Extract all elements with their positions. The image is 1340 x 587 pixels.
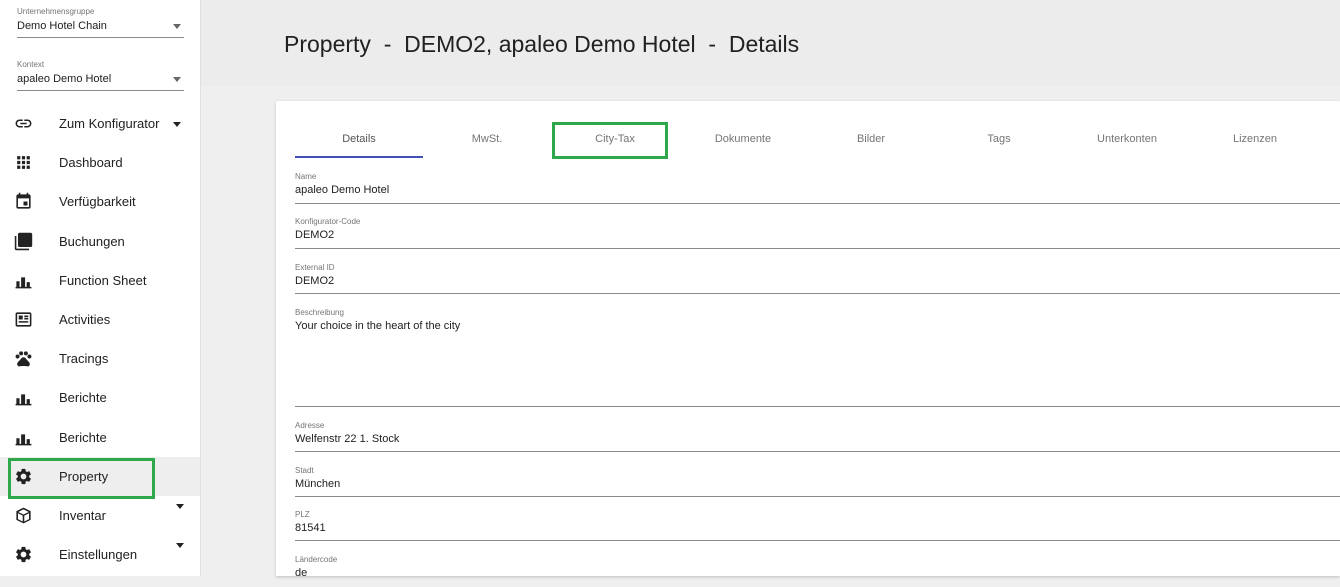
- address-field[interactable]: Adresse Welfenstr 22 1. Stock: [295, 421, 1340, 452]
- sidebar-item-zum-konfigurator[interactable]: Zum Konfigurator: [0, 104, 200, 143]
- caret-down-icon: [176, 543, 184, 549]
- sidebar-item-property[interactable]: Property: [0, 456, 200, 496]
- code-field[interactable]: Konfigurator-Code DEMO2: [295, 217, 1340, 249]
- sidebar-item-function-sheet[interactable]: Function Sheet: [0, 261, 200, 300]
- sidebar-item-label: Berichte: [59, 429, 107, 445]
- zip-value: 81541: [295, 522, 326, 534]
- apps-grid-icon: [17, 156, 30, 170]
- sidebar-item-berichte-2[interactable]: Berichte: [0, 418, 200, 457]
- sidebar-item-einstellungen[interactable]: Einstellungen: [0, 535, 200, 574]
- caret-down-icon: [176, 503, 184, 509]
- context-label: Kontext: [17, 60, 45, 69]
- sidebar-item-label: Inventar: [59, 507, 106, 523]
- external-id-value: DEMO2: [295, 275, 335, 287]
- description-value: Your choice in the heart of the city: [295, 320, 461, 332]
- stack-icon: [14, 232, 33, 250]
- caret-down-icon: [173, 122, 181, 127]
- zip-label: PLZ: [295, 510, 310, 519]
- tab-city-tax[interactable]: City-Tax: [551, 121, 679, 158]
- sidebar-item-label: Property: [59, 468, 109, 484]
- tab-bar: Details MwSt. City-Tax Dokumente Bilder …: [295, 121, 1340, 158]
- sidebar-item-buchungen[interactable]: Buchungen: [0, 222, 200, 261]
- city-value: München: [295, 478, 341, 490]
- company-group-select[interactable]: Unternehmensgruppe Demo Hotel Chain: [17, 7, 184, 38]
- tab-lizenzen[interactable]: Lizenzen: [1191, 121, 1319, 158]
- chevron-down-icon[interactable]: [173, 77, 181, 82]
- bar-chart-icon: [15, 277, 32, 289]
- link-icon: [15, 119, 32, 128]
- page-title: Property - DEMO2, apaleo Demo Hotel - De…: [284, 31, 800, 57]
- tab-mwst[interactable]: MwSt.: [423, 121, 551, 158]
- external-id-label: External ID: [295, 263, 335, 272]
- country-code-field[interactable]: Ländercode de: [295, 555, 1340, 587]
- tab-tags[interactable]: Tags: [935, 121, 1063, 158]
- sidebar-item-berichte[interactable]: Berichte: [0, 378, 200, 417]
- context-value-row[interactable]: apaleo Demo Hotel: [17, 71, 184, 91]
- sidebar: Unternehmensgruppe Demo Hotel Chain Kont…: [0, 0, 201, 576]
- sidebar-item-label: Function Sheet: [59, 272, 147, 288]
- tab-details[interactable]: Details: [295, 121, 423, 158]
- sidebar-item-label: Einstellungen: [59, 547, 138, 563]
- sidebar-item-inventar[interactable]: Inventar: [0, 496, 200, 535]
- name-value: apaleo Demo Hotel: [295, 184, 390, 196]
- gear-icon: [16, 468, 31, 484]
- company-group-value: Demo Hotel Chain: [17, 20, 107, 32]
- gear-icon: [16, 546, 31, 563]
- city-label: Stadt: [295, 466, 314, 475]
- sidebar-item-label: Dashboard: [59, 155, 123, 171]
- bar-chart-icon: [15, 433, 32, 445]
- cube-icon: [16, 507, 31, 524]
- tab-unterkonten[interactable]: Unterkonten: [1063, 121, 1191, 158]
- name-label: Name: [295, 172, 317, 181]
- company-group-label: Unternehmensgruppe: [17, 7, 95, 16]
- chevron-down-icon[interactable]: [173, 24, 181, 29]
- bar-chart-icon: [15, 394, 32, 406]
- context-value: apaleo Demo Hotel: [17, 73, 112, 85]
- sidebar-nav: Zum Konfigurator Dashboard Verfügbarkeit…: [0, 104, 200, 574]
- tab-dokumente[interactable]: Dokumente: [679, 121, 807, 158]
- tab-bilder[interactable]: Bilder: [807, 121, 935, 158]
- calendar-icon: [16, 193, 31, 209]
- sidebar-item-activities[interactable]: Activities: [0, 300, 200, 339]
- company-group-value-row[interactable]: Demo Hotel Chain: [17, 18, 184, 38]
- address-value: Welfenstr 22 1. Stock: [295, 433, 400, 445]
- zip-field[interactable]: PLZ 81541: [295, 510, 1340, 541]
- city-field[interactable]: Stadt München: [295, 466, 1340, 497]
- property-details-card: Details MwSt. City-Tax Dokumente Bilder …: [276, 101, 1340, 579]
- country-code-value: de: [295, 567, 308, 579]
- sidebar-item-tracings[interactable]: Tracings: [0, 339, 200, 378]
- newspaper-icon: [15, 312, 32, 327]
- sidebar-item-dashboard[interactable]: Dashboard: [0, 143, 200, 182]
- sidebar-item-label: Verfügbarkeit: [59, 194, 136, 210]
- code-label: Konfigurator-Code: [295, 217, 361, 226]
- address-label: Adresse: [295, 421, 325, 430]
- description-label: Beschreibung: [295, 308, 344, 317]
- sidebar-item-label: Zum Konfigurator: [59, 116, 160, 132]
- country-code-label: Ländercode: [295, 555, 338, 564]
- sidebar-item-label: Activities: [59, 312, 111, 328]
- page-header: Property - DEMO2, apaleo Demo Hotel - De…: [201, 0, 1340, 86]
- description-textarea[interactable]: Beschreibung Your choice in the heart of…: [295, 308, 1340, 407]
- sidebar-item-verfuegbarkeit[interactable]: Verfügbarkeit: [0, 182, 200, 221]
- context-select[interactable]: Kontext apaleo Demo Hotel: [17, 60, 184, 91]
- code-value: DEMO2: [295, 229, 335, 241]
- sidebar-item-label: Buchungen: [59, 233, 125, 249]
- sidebar-item-label: Tracings: [59, 351, 109, 367]
- sidebar-item-label: Berichte: [59, 390, 107, 406]
- paw-icon: [15, 351, 32, 367]
- name-field[interactable]: Name apaleo Demo Hotel: [295, 172, 1340, 204]
- external-id-field[interactable]: External ID DEMO2: [295, 263, 1340, 294]
